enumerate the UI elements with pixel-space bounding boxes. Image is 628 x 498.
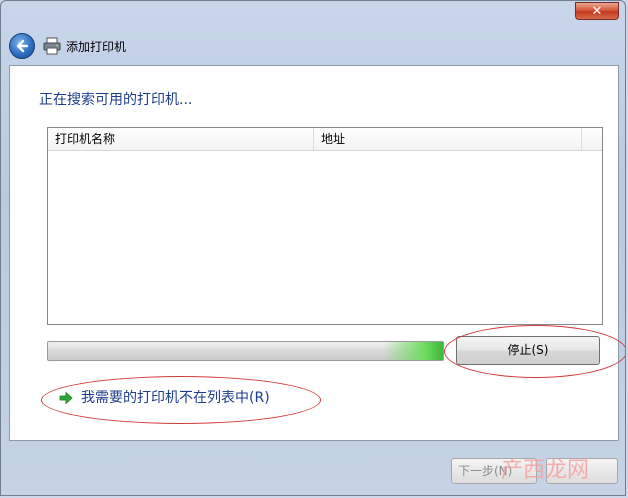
close-button[interactable]: ✕: [575, 2, 619, 20]
column-header-extra: [582, 128, 602, 150]
watermark: 产西龙网: [501, 458, 590, 483]
list-header: 打印机名称 地址: [48, 128, 602, 151]
dialog-title: 添加打印机: [66, 40, 127, 54]
searching-heading: 正在搜索可用的打印机...: [39, 92, 193, 108]
green-arrow-icon: [59, 391, 73, 405]
printer-list[interactable]: 打印机名称 地址: [47, 127, 603, 325]
title-bar: ✕: [1, 1, 625, 29]
column-header-printer-name[interactable]: 打印机名称: [48, 128, 314, 150]
column-header-address[interactable]: 地址: [314, 128, 582, 150]
stop-button[interactable]: 停止(S): [456, 336, 600, 365]
back-button[interactable]: [9, 33, 35, 59]
progress-glow: [383, 342, 443, 360]
printer-not-listed-label[interactable]: 我需要的打印机不在列表中(R): [81, 388, 270, 408]
printer-icon: [43, 37, 61, 55]
back-arrow-icon: [16, 39, 29, 53]
nav-bar: 添加打印机: [1, 29, 625, 65]
search-progress-bar: [47, 341, 444, 361]
add-printer-window: ✕ 添加打印机 正在搜索可用的打印机... 打印机名称 地址 停止(S) 我需要…: [0, 0, 626, 496]
